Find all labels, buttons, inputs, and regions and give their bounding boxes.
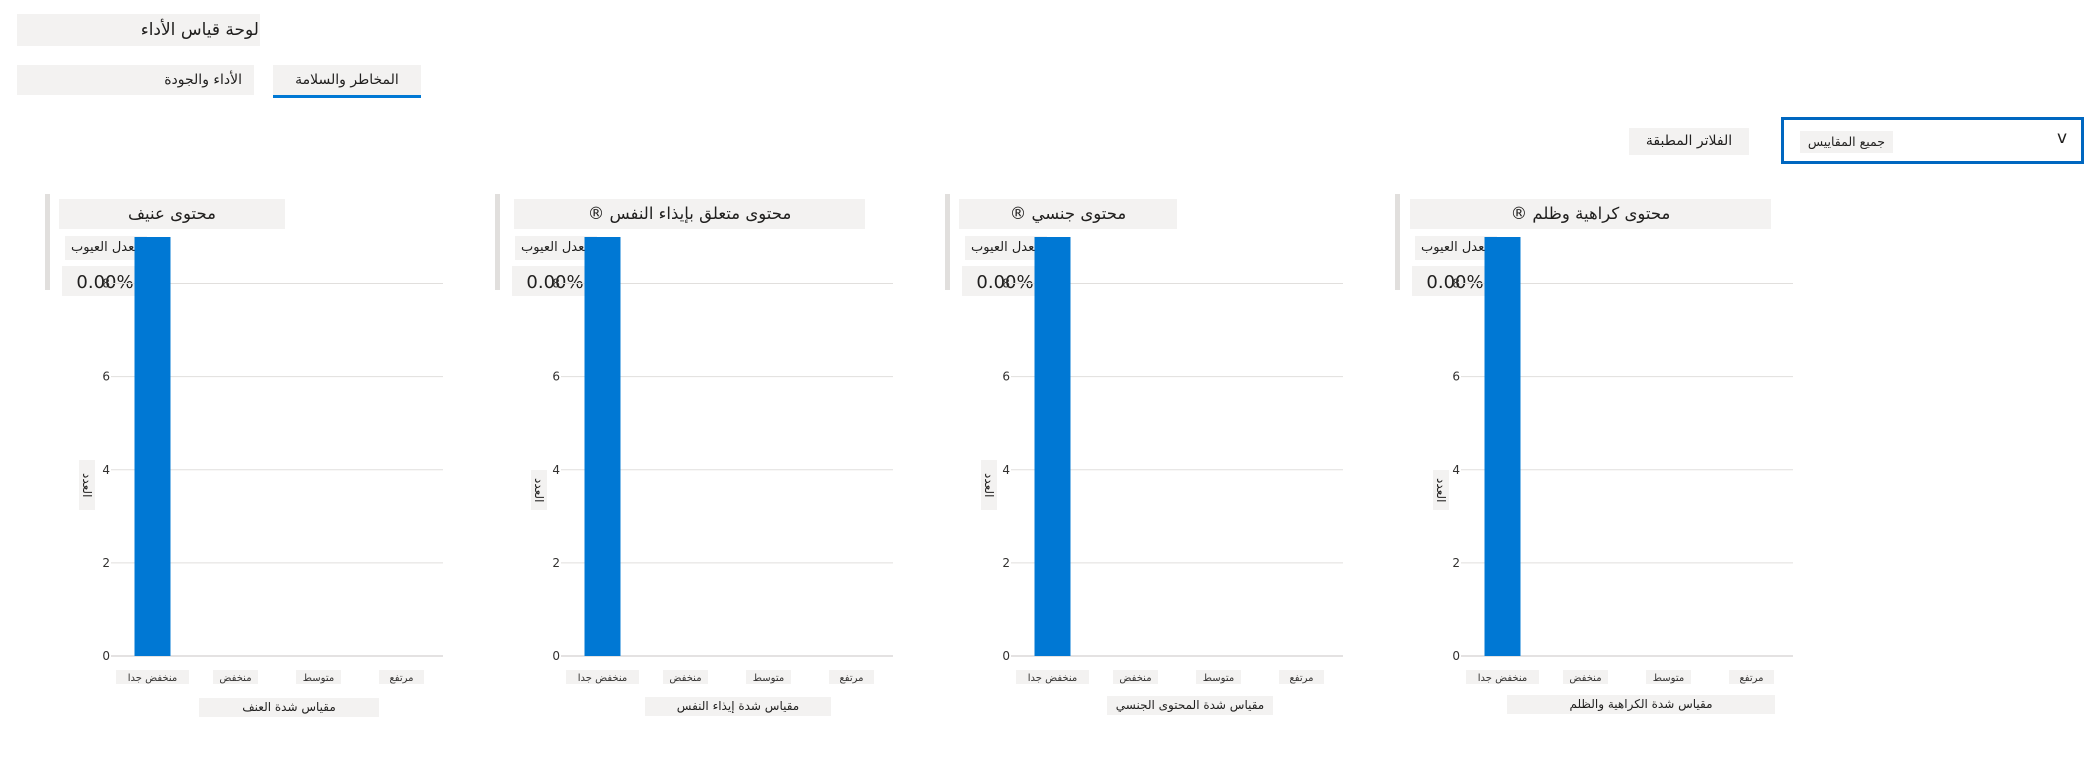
x-tick-label: منخفض — [669, 673, 701, 684]
x-tick-label: مرتفع — [389, 673, 413, 684]
selected-tab-indicator — [273, 95, 421, 98]
x-axis-label: مقياس شدة إيذاء النفس — [645, 697, 831, 716]
chevron-down-icon[interactable]: v — [2057, 128, 2067, 148]
y-tick-label: 2 — [1002, 556, 1010, 570]
x-tick-label: منخفض جدا — [1028, 673, 1078, 684]
bar-chart: 0 2 4 6 8 منخفض جدا منخفض متوسط مرتفع — [552, 237, 893, 684]
y-tick-label: 4 — [102, 463, 110, 477]
chart-panel-violent: محتوى عنيف معدل العيوب 0.00% 0 2 4 6 8 منخفض … — [45, 194, 470, 734]
bar-chart: 0 2 4 6 8 منخفض جدا منخفض متوسط مرتفع — [102, 237, 443, 684]
bar — [584, 237, 621, 656]
x-tick-label: منخفض — [1569, 673, 1601, 684]
y-tick-label: 0 — [102, 649, 110, 663]
bar — [1034, 237, 1071, 656]
y-tick-label: 2 — [1452, 556, 1460, 570]
x-tick-label: مرتفع — [1739, 673, 1763, 684]
bar-chart: 0 2 4 6 8 منخفض جدا منخفض متوسط مرتفع — [1452, 237, 1793, 684]
x-axis-label: مقياس شدة الكراهية والظلم — [1507, 695, 1775, 714]
y-tick-label: 8 — [552, 277, 560, 291]
x-tick-label: منخفض جدا — [128, 673, 178, 684]
x-tick-label: متوسط — [753, 673, 784, 684]
y-tick-label: 6 — [102, 370, 110, 384]
page-title: لوحة قياس الأداء — [17, 14, 260, 46]
bar-chart: 0 2 4 6 8 منخفض جدا منخفض متوسط مرتفع — [1002, 237, 1343, 684]
x-tick-label: متوسط — [1203, 673, 1234, 684]
y-tick-label: 4 — [1452, 463, 1460, 477]
x-tick-label: منخفض — [219, 673, 251, 684]
y-tick-label: 0 — [1452, 649, 1460, 663]
x-axis-label: مقياس شدة العنف — [199, 698, 379, 717]
x-tick-label: مرتفع — [839, 673, 863, 684]
y-axis-label: العدد — [531, 470, 547, 510]
x-tick-label: متوسط — [1653, 673, 1684, 684]
y-tick-label: 2 — [102, 556, 110, 570]
bar — [134, 237, 171, 656]
bar — [1484, 237, 1521, 656]
y-tick-label: 4 — [1002, 463, 1010, 477]
y-tick-label: 6 — [1452, 370, 1460, 384]
y-tick-label: 2 — [552, 556, 560, 570]
tab-performance-quality[interactable]: الأداء والجودة — [17, 65, 254, 95]
y-tick-label: 8 — [1002, 277, 1010, 291]
y-tick-label: 6 — [552, 370, 560, 384]
x-axis-label: مقياس شدة المحتوى الجنسي — [1107, 696, 1273, 715]
y-tick-label: 6 — [1002, 370, 1010, 384]
chart-panel-self-harm: محتوى متعلق بإيذاء النفس ® معدل العيوب 0… — [495, 194, 920, 734]
metrics-filter-dropdown[interactable]: جميع المقاييس v — [1781, 117, 2084, 164]
x-tick-label: منخفض جدا — [578, 673, 628, 684]
y-tick-label: 8 — [102, 277, 110, 291]
y-axis-label: العدد — [79, 460, 95, 510]
x-tick-label: مرتفع — [1289, 673, 1313, 684]
x-tick-label: متوسط — [303, 673, 334, 684]
chart-panel-hate: محتوى كراهية وظلم ® معدل العيوب 0.00% 02… — [1395, 194, 1820, 734]
chart-panel-sexual: محتوى جنسي ® معدل العيوب 0.00% 0 2 4 6 8 منخف… — [945, 194, 1370, 734]
x-tick-label: منخفض جدا — [1478, 673, 1528, 684]
applied-filters-label: الفلاتر المطبقة — [1629, 128, 1749, 155]
y-tick-label: 4 — [552, 463, 560, 477]
y-axis-label: العدد — [981, 460, 997, 510]
y-tick-label: 8 — [1452, 277, 1460, 291]
y-tick-label: 0 — [1002, 649, 1010, 663]
x-tick-label: منخفض — [1119, 673, 1151, 684]
y-axis-label: العدد — [1433, 470, 1449, 510]
filter-chip-all-metrics[interactable]: جميع المقاييس — [1799, 131, 1893, 153]
tab-risk-safety[interactable]: المخاطر والسلامة — [273, 65, 421, 95]
y-tick-label: 0 — [552, 649, 560, 663]
